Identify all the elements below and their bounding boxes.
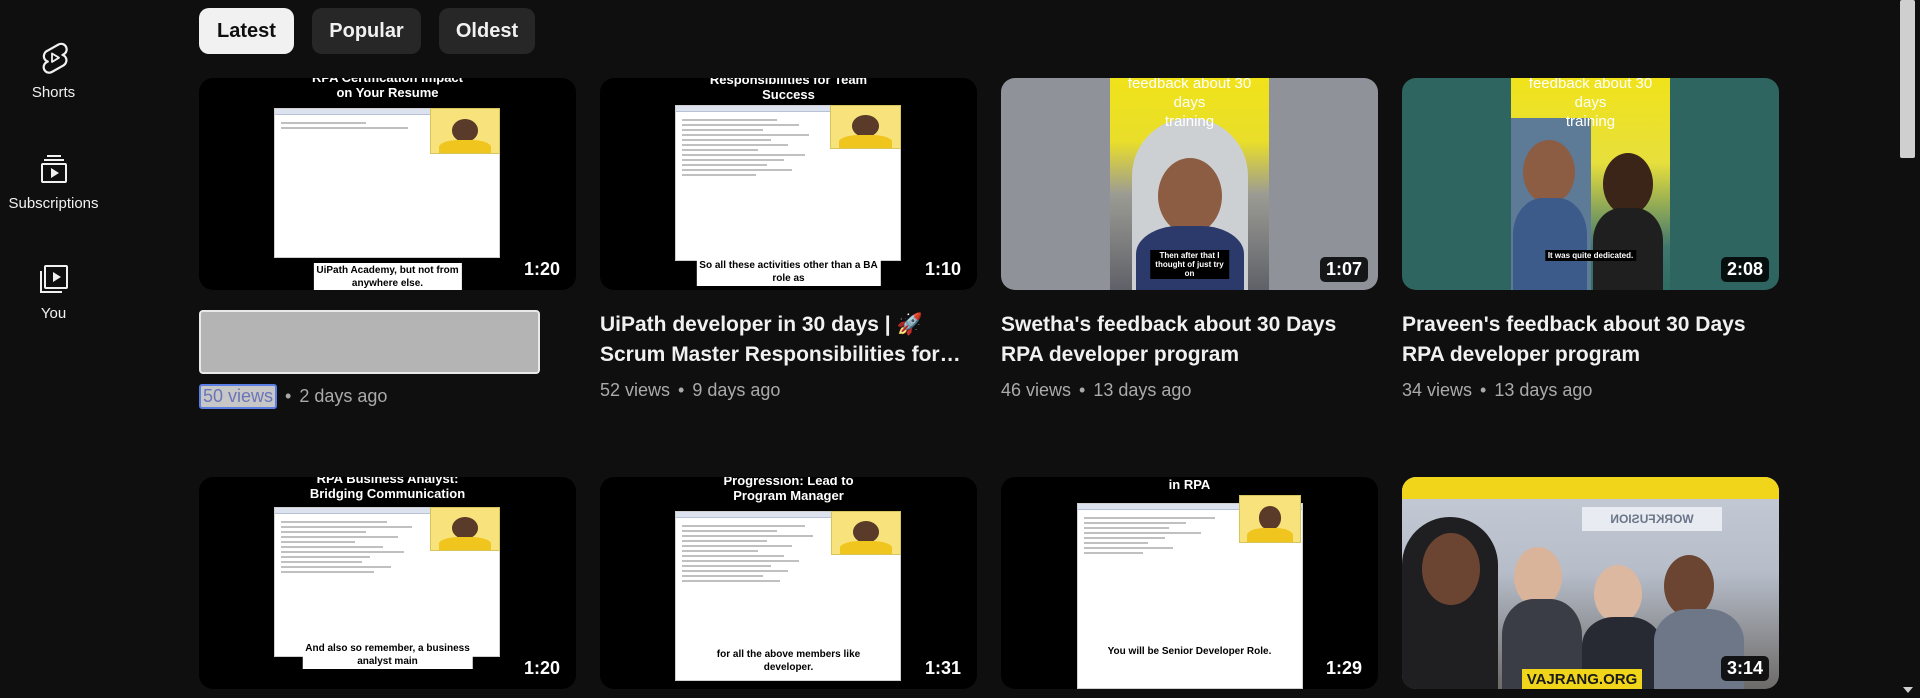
view-count: 52 views [600, 380, 671, 400]
video-title[interactable]: Praveen's feedback about 30 Days RPA dev… [1402, 310, 1779, 370]
video-card[interactable]: Progression: Lead to Program Manager for… [600, 477, 977, 689]
video-meta: 46 views • 13 days ago [1001, 380, 1378, 401]
duration-badge: 1:31 [918, 656, 967, 681]
meta-separator: • [1480, 380, 1487, 400]
shorts-icon [38, 42, 70, 74]
thumbnail-presenter [830, 105, 901, 149]
video-thumbnail[interactable]: WORKFUSION VAJRANG.ORG 3:14 [1402, 477, 1779, 689]
thumbnail-heading: feedback about 30 days training [1127, 78, 1252, 130]
thumbnail-person [1422, 533, 1480, 605]
video-card[interactable]: in RPA You will be Senior Developer Role… [1001, 477, 1378, 689]
thumbnail-brand: VAJRANG.ORG [1522, 669, 1642, 689]
rail-item-label: You [40, 305, 67, 322]
duration-badge: 1:10 [918, 257, 967, 282]
duration-badge: 1:07 [1319, 257, 1368, 282]
rail-item-shorts[interactable]: Shorts [0, 22, 107, 106]
video-card[interactable]: Responsibilities for Team Success So all… [600, 78, 977, 401]
duration-badge: 1:20 [517, 257, 566, 282]
upload-age: 13 days ago [1494, 380, 1593, 400]
scroll-down-arrow-icon[interactable] [1901, 684, 1915, 696]
thumbnail-caption: It was quite dedicated. [1544, 250, 1637, 261]
thumbnail-sign: WORKFUSION [1582, 507, 1722, 531]
thumbnail-heading: in RPA [1168, 477, 1211, 492]
thumbnail-person [1514, 547, 1562, 607]
video-thumbnail[interactable]: feedback about 30 days training It was q… [1402, 78, 1779, 290]
video-thumbnail[interactable]: feedback about 30 days training Then aft… [1001, 78, 1378, 290]
left-rail: Shorts Subscriptions You [0, 0, 107, 698]
thumbnail-portrait: feedback about 30 days training Then aft… [1110, 78, 1269, 290]
video-card[interactable]: feedback about 30 days training Then aft… [1001, 78, 1378, 401]
video-card[interactable]: WORKFUSION VAJRANG.ORG 3:14 [1402, 477, 1779, 689]
rail-item-label: Subscriptions [8, 195, 99, 212]
scrollbar-thumb[interactable] [1900, 0, 1915, 158]
thumbnail-caption: You will be Senior Developer Role. [1104, 644, 1275, 659]
chip-popular[interactable]: Popular [312, 8, 421, 54]
thumbnail-caption: And also so remember, a business analyst… [302, 641, 473, 669]
video-meta: 50 views • 2 days ago [199, 384, 576, 409]
thumbnail-banner [1402, 477, 1779, 499]
thumbnail-heading: RPA Business Analyst: Bridging Communica… [309, 477, 466, 501]
thumbnail-caption: So all these activities other than a BA … [696, 258, 881, 286]
upload-age: 9 days ago [692, 380, 781, 400]
upload-age: 13 days ago [1093, 380, 1192, 400]
thumbnail-presenter [1239, 495, 1301, 543]
duration-badge: 1:20 [517, 656, 566, 681]
meta-separator: • [1079, 380, 1086, 400]
meta-separator: • [678, 380, 685, 400]
chip-oldest[interactable]: Oldest [439, 8, 535, 54]
thumbnail-caption: UiPath Academy, but not from anywhere el… [313, 263, 462, 290]
video-title-focused[interactable] [199, 310, 540, 374]
view-count[interactable]: 50 views [199, 384, 278, 409]
you-icon [38, 263, 70, 295]
video-thumbnail[interactable]: Responsibilities for Team Success So all… [600, 78, 977, 290]
view-count: 34 views [1402, 380, 1473, 400]
duration-badge: 2:08 [1720, 257, 1769, 282]
thumbnail-heading: Progression: Lead to Program Manager [723, 477, 854, 503]
chip-latest[interactable]: Latest [199, 8, 294, 54]
duration-badge: 1:29 [1319, 656, 1368, 681]
video-thumbnail[interactable]: RPA Certification Impact on Your Resume … [199, 78, 576, 290]
thumbnail-presenter [831, 511, 901, 555]
meta-separator: • [285, 386, 292, 406]
rail-item-you[interactable]: You [0, 243, 107, 327]
page-scrollbar[interactable] [1895, 0, 1920, 698]
video-card[interactable]: feedback about 30 days training It was q… [1402, 78, 1779, 401]
thumbnail-presenter [430, 507, 500, 551]
thumbnail-caption: Then after that I thought of just try on [1149, 250, 1230, 279]
video-card[interactable]: RPA Certification Impact on Your Resume … [199, 78, 576, 409]
upload-age: 2 days ago [299, 386, 388, 406]
video-thumbnail[interactable]: RPA Business Analyst: Bridging Communica… [199, 477, 576, 689]
subscriptions-icon [38, 153, 70, 185]
duration-badge: 3:14 [1720, 656, 1769, 681]
view-count: 46 views [1001, 380, 1072, 400]
video-card[interactable]: RPA Business Analyst: Bridging Communica… [199, 477, 576, 689]
thumbnail-presenter [430, 108, 500, 154]
video-title[interactable]: Swetha's feedback about 30 Days RPA deve… [1001, 310, 1378, 370]
thumbnail-heading: Responsibilities for Team Success [709, 78, 868, 102]
video-title[interactable]: UiPath developer in 30 days | 🚀 Scrum Ma… [600, 310, 977, 370]
thumbnail-caption: for all the above members like developer… [713, 647, 864, 675]
video-meta: 52 views • 9 days ago [600, 380, 977, 401]
thumbnail-heading: feedback about 30 days training [1528, 78, 1653, 130]
rail-item-subscriptions[interactable]: Subscriptions [0, 133, 107, 217]
thumbnail-heading: RPA Certification Impact on Your Resume [312, 78, 463, 100]
video-meta: 34 views • 13 days ago [1402, 380, 1779, 401]
rail-item-label: Shorts [31, 84, 76, 101]
thumbnail-person [1664, 555, 1714, 617]
thumbnail-person [1594, 565, 1642, 623]
video-thumbnail[interactable]: Progression: Lead to Program Manager for… [600, 477, 977, 689]
video-thumbnail[interactable]: in RPA You will be Senior Developer Role… [1001, 477, 1378, 689]
thumbnail-portrait: feedback about 30 days training It was q… [1511, 78, 1670, 290]
